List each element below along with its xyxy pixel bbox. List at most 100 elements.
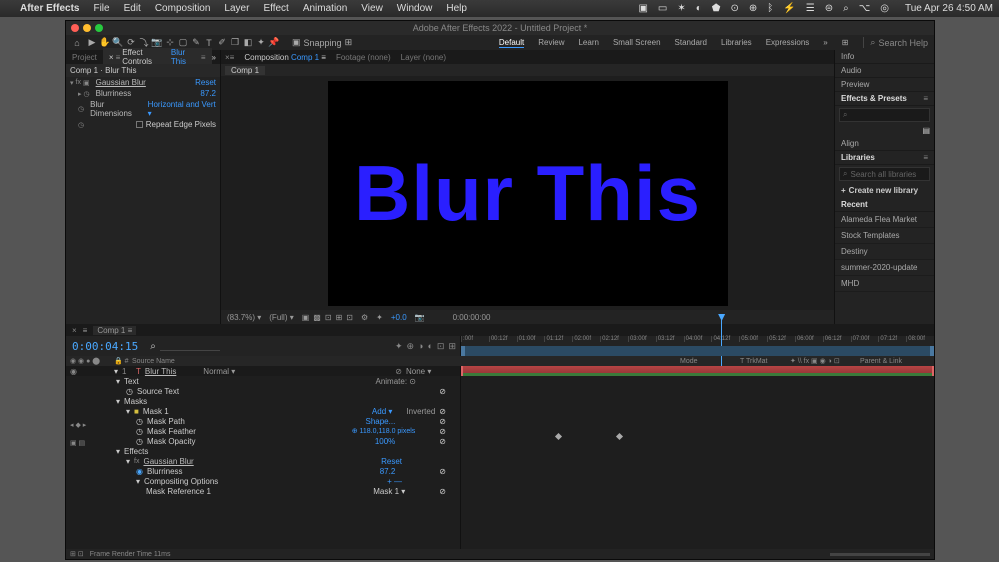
fx-mask-icon[interactable]: ▣: [83, 79, 90, 87]
layer-duration-bar[interactable]: [461, 366, 934, 376]
tab-project[interactable]: Project: [66, 53, 103, 62]
prop-mask-opacity[interactable]: ◷ Mask Opacity 100% ⊘: [66, 436, 460, 446]
panel-menu-icon[interactable]: ≡: [116, 53, 121, 62]
twirl-icon[interactable]: ▾: [126, 457, 130, 466]
current-time[interactable]: 0:00:04:15: [66, 338, 144, 355]
viewer-button-icon[interactable]: ⊡: [346, 313, 353, 322]
prop-mask-feather[interactable]: ◷ Mask Feather ⊕ 118.0,118.0 pixels ⊘: [66, 426, 460, 436]
type-tool-icon[interactable]: T: [204, 38, 214, 48]
battery-icon[interactable]: ⚡: [783, 3, 795, 14]
blurriness-value[interactable]: 87.2: [380, 467, 396, 476]
keyframe-nav[interactable]: ◂ ◆ ▸: [70, 421, 86, 429]
viewer-button-icon[interactable]: ✦: [376, 313, 383, 322]
prop-group-text[interactable]: ▾ Text Animate: ⊙: [66, 376, 460, 386]
comp-flowchart-chip[interactable]: Comp 1: [225, 66, 265, 75]
prop-compositing-options[interactable]: ▾ Compositing Options + —: [66, 476, 460, 486]
tl-tool-icon[interactable]: ⊡: [437, 341, 445, 352]
menu-view[interactable]: View: [361, 3, 383, 14]
stopwatch-icon[interactable]: ◷: [84, 90, 90, 98]
search-help[interactable]: ⌕ Search Help: [863, 37, 928, 48]
keyframe-icon[interactable]: [555, 433, 562, 440]
tl-tool-icon[interactable]: ⊕: [406, 341, 414, 352]
prop-blurriness[interactable]: ◉ Blurriness 87.2 ⊘: [66, 466, 460, 476]
twirl-icon[interactable]: ▾: [116, 377, 120, 386]
status-icon[interactable]: ⊕: [749, 3, 757, 14]
menu-animation[interactable]: Animation: [303, 3, 347, 14]
menu-effect[interactable]: Effect: [263, 3, 288, 14]
menu-help[interactable]: Help: [446, 3, 467, 14]
ec-close-icon[interactable]: ×: [109, 53, 114, 62]
status-icon[interactable]: ◐: [696, 3, 702, 14]
prop-mask-reference[interactable]: Mask Reference 1 Mask 1 ▾ ⊘: [66, 486, 460, 496]
workspace-libraries[interactable]: Libraries: [721, 38, 752, 48]
search-icon[interactable]: ⌕: [843, 3, 849, 14]
brush-tool-icon[interactable]: ✐: [217, 38, 227, 48]
status-icon[interactable]: ☰: [806, 3, 815, 14]
mask-ref-dropdown[interactable]: Mask 1 ▾: [373, 487, 405, 496]
tl-tool-icon[interactable]: ◐: [427, 341, 432, 352]
workspace-standard[interactable]: Standard: [675, 38, 707, 48]
twirl-icon[interactable]: ▾: [70, 79, 74, 87]
col-mode[interactable]: Mode: [680, 358, 740, 365]
mask-inverted-label[interactable]: Inverted: [406, 407, 435, 416]
status-icon[interactable]: ▭: [658, 3, 667, 14]
workspace-overflow-icon[interactable]: »: [823, 38, 827, 48]
eraser-tool-icon[interactable]: ◧: [243, 38, 253, 48]
prop-group-masks[interactable]: ▾ Masks: [66, 396, 460, 406]
fx-toggle-icon[interactable]: fx: [76, 79, 81, 87]
app-name[interactable]: After Effects: [20, 3, 79, 14]
keyframe-icon[interactable]: [616, 433, 623, 440]
timeline-zoom-slider[interactable]: [830, 553, 930, 556]
stopwatch-icon[interactable]: ◷: [78, 105, 84, 113]
panel-effects-presets[interactable]: Effects & Presets≡: [835, 92, 934, 106]
status-icon[interactable]: ⊙: [731, 3, 739, 14]
home-icon[interactable]: ⌂: [72, 38, 82, 48]
libraries-search-input[interactable]: ⌕ Search all libraries: [839, 167, 930, 181]
prop-group-effects[interactable]: ▾ Effects: [66, 446, 460, 456]
layer-row[interactable]: ◉ ▾ 1 T Blur This Normal ▾ ⊘ None ▾: [66, 366, 460, 376]
status-icon[interactable]: ▣: [638, 3, 647, 14]
prop-mask-path[interactable]: ◷ Mask Path Shape... ⊘: [66, 416, 460, 426]
panel-menu-icon[interactable]: ≡: [201, 53, 206, 62]
stopwatch-icon[interactable]: ◷: [78, 121, 84, 129]
col-parent[interactable]: Parent & Link: [860, 358, 930, 365]
workspace-small-screen[interactable]: Small Screen: [613, 38, 661, 48]
twirl-icon[interactable]: ▾: [126, 407, 130, 416]
mask-mode-dropdown[interactable]: Add ▾: [372, 407, 392, 416]
exposure-value[interactable]: +0.0: [391, 313, 407, 322]
tab-composition[interactable]: Composition Comp 1 ≡: [244, 53, 326, 62]
clone-tool-icon[interactable]: ❐: [230, 38, 240, 48]
stopwatch-icon[interactable]: ◷: [136, 427, 143, 436]
viewer-button-icon[interactable]: ▣: [302, 313, 310, 322]
orbit-tool-icon[interactable]: ⟳: [126, 38, 136, 48]
toggle-switches-icon[interactable]: ⊞ ⊡: [70, 550, 84, 558]
workspace-expressions[interactable]: Expressions: [766, 38, 810, 48]
puppet-tool-icon[interactable]: 📌: [269, 38, 279, 48]
stopwatch-icon[interactable]: ◷: [126, 387, 133, 396]
viewer-button-icon[interactable]: ▩: [313, 313, 321, 322]
effects-search-input[interactable]: ⌕: [839, 108, 930, 122]
camera-tool-icon[interactable]: 📷: [152, 38, 162, 48]
stopwatch-icon[interactable]: ◷: [136, 417, 143, 426]
graph-editor-icon[interactable]: ⊞: [448, 341, 456, 352]
menu-edit[interactable]: Edit: [124, 3, 141, 14]
viewer-button-icon[interactable]: ⊞: [336, 313, 343, 322]
tab-footage[interactable]: Footage (none): [336, 53, 391, 62]
zoom-tool-icon[interactable]: 🔍: [113, 38, 123, 48]
library-item[interactable]: Alameda Flea Market: [835, 212, 934, 228]
twirl-icon[interactable]: ▾: [114, 367, 118, 376]
snapping-opt-icon[interactable]: ⊞: [345, 37, 353, 48]
tab-layer[interactable]: Layer (none): [401, 53, 446, 62]
selection-tool-icon[interactable]: ▶: [87, 38, 97, 48]
pen-tool-icon[interactable]: ✎: [191, 38, 201, 48]
roto-tool-icon[interactable]: ✦: [256, 38, 266, 48]
control-center-icon[interactable]: ⌥: [859, 3, 871, 14]
composition-viewer[interactable]: Blur This: [221, 76, 834, 310]
prop-blurriness-value[interactable]: 87.2: [200, 89, 216, 98]
anchor-tool-icon[interactable]: ⊹: [165, 38, 175, 48]
layer-name[interactable]: Blur This: [145, 367, 199, 376]
timeline-search-input[interactable]: [160, 341, 220, 351]
library-item[interactable]: Destiny: [835, 244, 934, 260]
resolution-dropdown[interactable]: (Full) ▾: [269, 313, 293, 322]
menu-window[interactable]: Window: [397, 3, 433, 14]
